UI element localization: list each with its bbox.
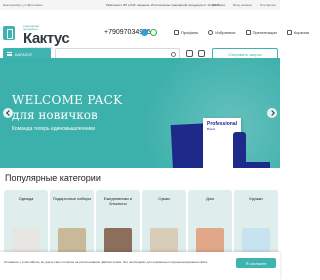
category-label: Одежда	[18, 196, 34, 201]
cart-icon	[286, 30, 292, 35]
cookie-accept-button[interactable]: Я согласен	[236, 258, 276, 268]
favorites-label: Избранное	[215, 30, 236, 35]
hero-title: WELCOME PACK	[12, 93, 123, 107]
cookie-banner: Оставаясь с этим сайтом, вы даёте свое с…	[0, 252, 280, 280]
top-link-delivery[interactable]: Доставка	[212, 3, 225, 7]
telegram-icon[interactable]	[141, 29, 148, 36]
top-bar: Екатеринбург, ул.Фронтовых Работаем с ИП…	[0, 0, 280, 10]
promo-text: Работаем с ИП и ЮЛ, нащения. Изготовлени…	[106, 3, 220, 7]
logo[interactable]: сувенирная продукция Кактус рекламная аг…	[3, 24, 70, 50]
hero-subtitle: для новичков	[12, 108, 98, 122]
presentation-icon	[245, 30, 251, 35]
share-icon[interactable]	[198, 50, 205, 57]
category-label: Кружки	[249, 196, 263, 201]
menu-icon	[7, 52, 12, 56]
notebook-sub: Brand	[207, 127, 216, 131]
product-bag-image	[244, 162, 270, 168]
whatsapp-icon[interactable]	[150, 29, 157, 36]
category-label: Подарочные наборы	[52, 196, 92, 201]
favorites-link[interactable]: Избранное	[208, 30, 236, 35]
categories-heading: Популярные категории	[5, 173, 101, 183]
logo-name: Кактус	[23, 30, 70, 47]
presentations-link[interactable]: Презентации	[245, 30, 277, 35]
profile-link[interactable]: Профиль	[174, 30, 198, 35]
top-links: Доставка Вход новинки Портфолио	[212, 3, 276, 7]
cookie-text: Оставаясь с этим сайтом, вы даёте свое с…	[4, 260, 208, 264]
carousel-prev-icon[interactable]	[3, 108, 13, 118]
profile-label: Профиль	[181, 30, 199, 35]
city-selector[interactable]: Екатеринбург, ул.Фронтовых	[3, 3, 43, 7]
heart-icon	[208, 30, 214, 35]
top-link-news[interactable]: Вход новинки	[233, 3, 252, 7]
hero-banner[interactable]: WELCOME PACK для новичков Команда теперь…	[0, 58, 280, 168]
catalog-button-label: КАТАЛОГ	[15, 51, 33, 57]
top-link-portfolio[interactable]: Портфолио	[260, 3, 276, 7]
cactus-logo-icon	[3, 26, 15, 40]
carousel-next-icon[interactable]	[267, 108, 277, 118]
header: сувенирная продукция Кактус рекламная аг…	[0, 10, 309, 66]
user-icon	[174, 30, 179, 35]
category-label: Ежедневники и блокноты	[103, 196, 133, 206]
compare-icon[interactable]	[186, 50, 193, 57]
hero-description: Команда теперь единомышленники	[12, 126, 95, 132]
cart-link[interactable]: Корзина	[286, 30, 310, 35]
cart-label: Корзина	[293, 30, 310, 35]
header-actions: Профиль Избранное Презентации Корзина	[174, 30, 309, 35]
search-icon[interactable]	[171, 52, 176, 57]
presentations-label: Презентации	[252, 30, 277, 35]
category-label: Дом	[206, 196, 214, 201]
category-label: Сумки	[158, 196, 170, 201]
